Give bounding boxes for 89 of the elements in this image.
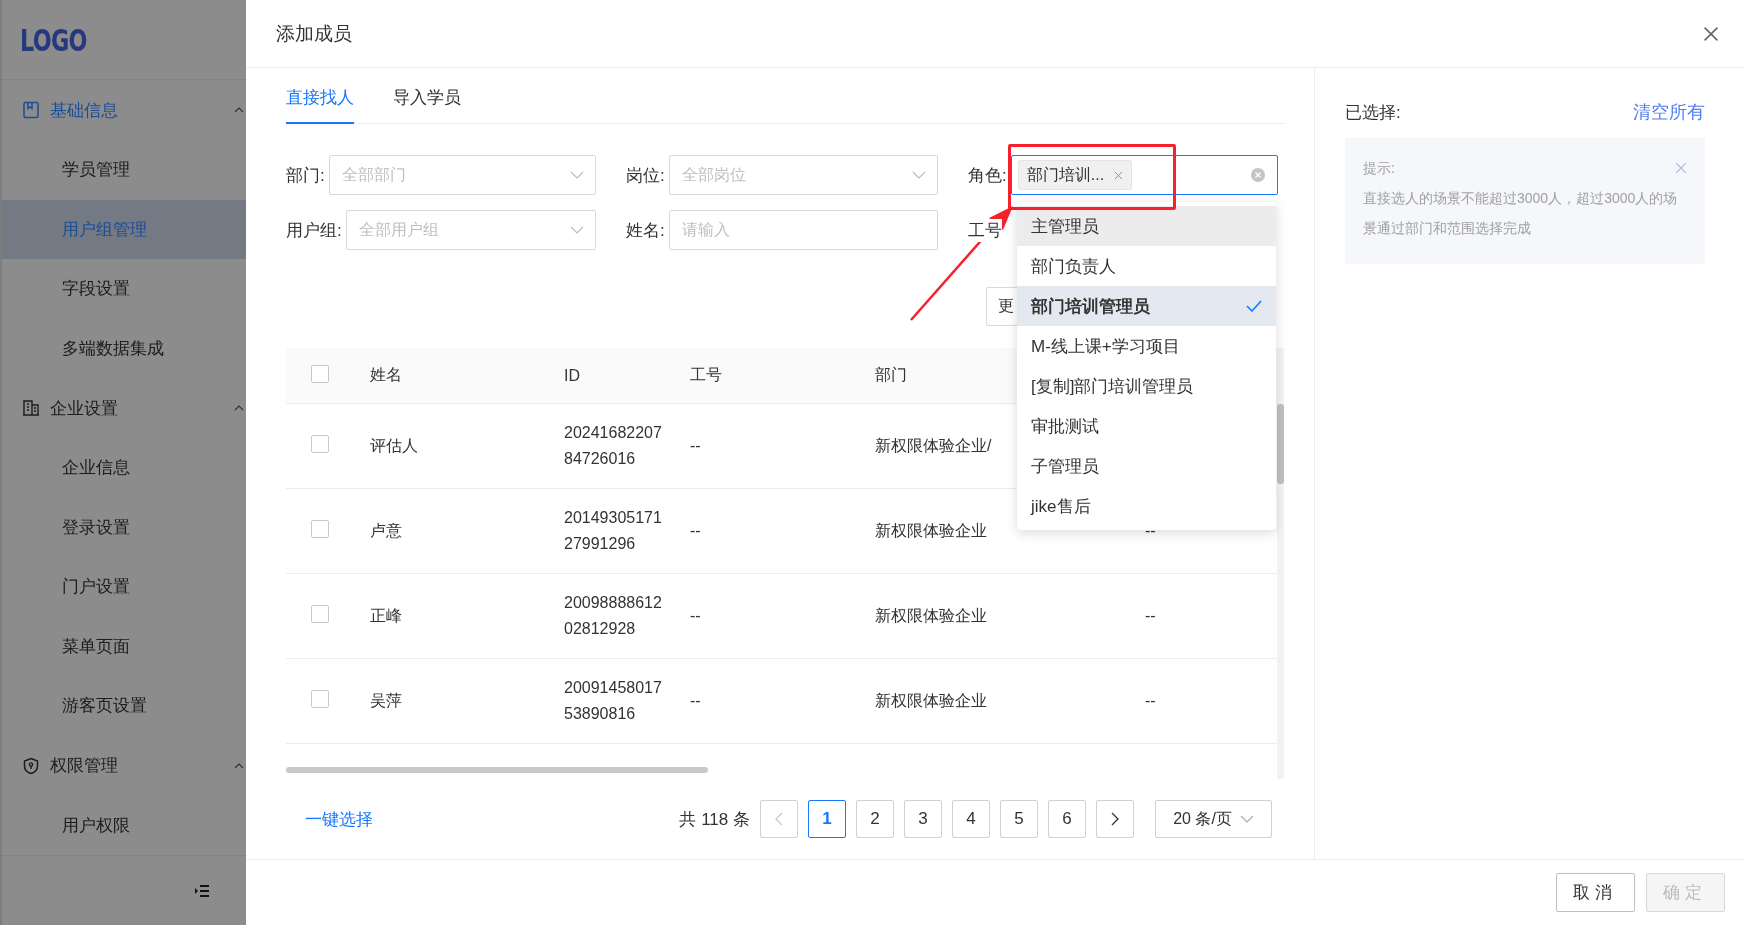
cancel-button[interactable]: 取消 [1556,873,1635,912]
table-cell-text: 新权限体验企业/ [874,435,992,456]
menu-group[interactable]: 权限管理 [2,735,246,796]
building-icon [22,399,40,417]
tip-text: 直接选人的场景不能超过3000人，超过3000人的场景通过部门和范围选择完成 [1363,189,1679,238]
column-header: ID [563,366,580,385]
table-cell-text: 2009145801753890816 [563,678,663,724]
tab[interactable]: 直接找人 [286,68,354,124]
menu-item[interactable]: 门户设置 [2,557,246,617]
menu-item[interactable]: 游客页设置 [2,676,246,736]
tip-title: 提示: [1363,159,1395,178]
table-cell-text: 2024168220784726016 [563,423,663,469]
filter-label: 部门: [286,163,325,187]
chevron-down-icon [912,171,926,179]
total-count: 共 118 条 [679,808,750,831]
tab[interactable]: 导入学员 [393,68,461,124]
chevron-left-icon [775,812,783,826]
table-cell-text: -- [689,437,701,455]
menu-item[interactable]: 字段设置 [2,259,246,319]
dropdown-option[interactable]: [复制]部门培训管理员 [1017,366,1276,406]
selected-tag[interactable]: 部门培训... [1017,160,1133,190]
dropdown-option[interactable]: M-线上课+学习项目 [1017,326,1276,366]
shield-icon [22,756,40,775]
next-page-button[interactable] [1096,800,1134,838]
menu-item[interactable]: 菜单页面 [2,616,246,676]
table-cell-text: 新权限体验企业 [874,690,987,711]
menu-item[interactable]: 用户权限 [2,795,246,855]
menu-item[interactable]: 多端数据集成 [2,318,246,378]
page-button[interactable]: 3 [904,800,942,838]
table-cell-text: -- [1144,607,1156,625]
select-field[interactable]: 全部部门 [328,155,596,195]
table-cell-text: -- [689,607,701,625]
dropdown-option[interactable]: 审批测试 [1017,406,1276,446]
checkbox[interactable] [311,605,329,623]
dropdown-option[interactable]: 部门负责人 [1017,246,1276,286]
table-cell-text: 卢意 [369,520,402,541]
table-cell-text: 吴萍 [369,690,402,711]
table-cell-text: 新权限体验企业 [874,520,987,541]
dropdown-option[interactable]: 部门培训管理员 [1017,286,1276,326]
column-header: 工号 [689,365,722,385]
table-cell-text: 2009888861202812928 [563,593,663,639]
multi-select-field[interactable]: 部门培训... [1010,155,1278,195]
collapse-menu-icon[interactable] [194,883,210,898]
dropdown-option[interactable]: 子管理员 [1017,446,1276,486]
menu-item[interactable]: 学员管理 [2,140,246,200]
page-button[interactable]: 5 [1000,800,1038,838]
select-field[interactable]: 全部岗位 [668,155,938,195]
dialog-title: 添加成员 [276,21,352,46]
dropdown-option[interactable]: 主管理员 [1017,206,1276,246]
clear-icon[interactable] [1251,168,1265,182]
page-button[interactable]: 4 [952,800,990,838]
input-field[interactable]: 请输入 [668,210,938,250]
page-button[interactable]: 6 [1048,800,1086,838]
chevron-down-icon [570,226,584,234]
table-cell-text: -- [1144,692,1156,710]
chevron-down-icon [570,171,584,179]
page-button[interactable]: 2 [856,800,894,838]
table-cell-text: 正峰 [369,605,402,626]
select-field[interactable]: 全部用户组 [345,210,596,250]
table-cell-text: 2014930517127991296 [563,508,663,554]
chevron-down-icon [1239,815,1254,823]
close-icon[interactable] [1703,25,1719,42]
table-cell-text: 新权限体验企业 [874,605,987,626]
remove-icon[interactable] [1114,170,1124,180]
selected-label: 已选择: [1345,101,1401,124]
page-size-select[interactable]: 20 条/页 [1155,800,1272,838]
filter-label: 工号 [968,218,1002,242]
column-header: 部门 [874,365,907,385]
menu-item[interactable]: 企业信息 [2,438,246,498]
table-cell-text: -- [689,692,701,710]
checkbox[interactable] [311,364,329,383]
menu-item[interactable]: 登录设置 [2,497,246,557]
horizontal-scrollbar[interactable] [286,767,708,773]
checkbox[interactable] [311,690,329,708]
clear-all-link[interactable]: 清空所有 [1633,100,1705,124]
menu-group[interactable]: 企业设置 [2,378,246,438]
filter-label: 用户组: [286,218,342,242]
checkbox[interactable] [311,435,329,453]
column-header: 姓名 [369,365,402,385]
table-cell-text: -- [689,522,701,540]
page-button[interactable]: 1 [808,800,846,838]
logo: LOGO [20,21,87,58]
book-icon [22,101,40,119]
chevron-right-icon [1111,812,1119,826]
vertical-scrollbar[interactable] [1277,404,1284,484]
select-all-link[interactable]: 一键选择 [305,807,373,831]
table-cell-text: 评估人 [369,435,418,456]
checkbox[interactable] [311,520,329,538]
check-icon [1246,300,1262,312]
